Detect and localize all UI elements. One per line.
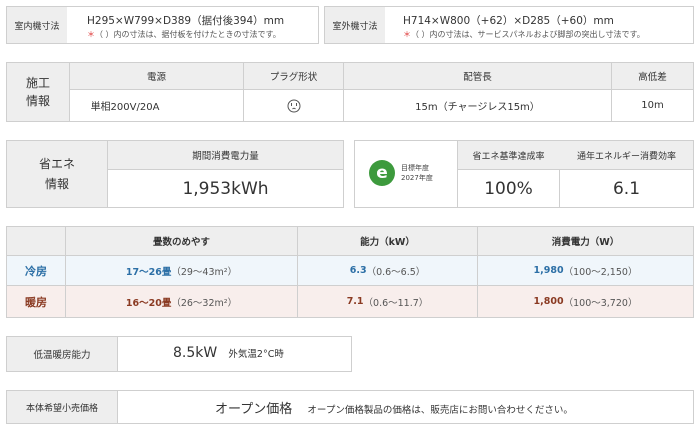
heating-power: 1,800 （100〜3,720） bbox=[533, 296, 638, 309]
outdoor-dimensions-value: H714×W800（+62）×D285（+60）mm bbox=[403, 15, 614, 27]
cooling-label: 冷房 bbox=[25, 264, 47, 278]
energy-info-label: 省エネ 情報 bbox=[7, 141, 107, 207]
energy-target-logo: e 目標年度 2027年度 bbox=[355, 141, 457, 207]
capacity-table: 畳数のめやす 能力（kW） 消費電力（W） 冷房 17〜26畳 （29〜43m²）… bbox=[6, 226, 694, 318]
outdoor-dimensions-panel: 室外機寸法 H714×W800（+62）×D285（+60）mm ＊（ ）内の寸… bbox=[324, 6, 694, 44]
plug-outlet-icon bbox=[244, 90, 343, 121]
apf-value: 6.1 bbox=[612, 178, 641, 199]
cooling-capacity: 6.3 （0.6〜6.5） bbox=[349, 265, 426, 278]
install-info-label: 施工 情報 bbox=[7, 63, 69, 121]
energy-rate-panel: e 目標年度 2027年度 省エネ基準達成率 通年エネルギー消費効率 100% … bbox=[354, 140, 694, 208]
cooling-tatami: 17〜26畳 （29〜43m²） bbox=[125, 266, 238, 278]
outdoor-dimensions-note: ＊（ ）内の寸法は、サービスパネルおよび脚部の突出し寸法です。 bbox=[403, 30, 645, 39]
low-temp-heating-label: 低温暖房能力 bbox=[7, 337, 117, 371]
outdoor-dimensions-label: 室外機寸法 bbox=[325, 7, 385, 43]
height-diff-header: 高低差 bbox=[638, 72, 667, 83]
indoor-dimensions-note: ＊（ ）内の寸法は、据付板を付けたときの寸法です。 bbox=[87, 30, 281, 39]
price-label: 本体希望小売価格 bbox=[7, 391, 117, 423]
annual-power-header: 期間消費電力量 bbox=[108, 141, 343, 169]
indoor-dimensions-label: 室内機寸法 bbox=[7, 7, 67, 43]
apf-header: 通年エネルギー消費効率 bbox=[576, 151, 676, 162]
tatami-header: 畳数のめやす bbox=[152, 237, 210, 248]
price-value: オープン価格 オープン価格製品の価格は、販売店にお問い合わせください。 bbox=[215, 402, 573, 417]
annual-power-value: 1,953kWh bbox=[182, 178, 269, 199]
indoor-dimensions-value: H295×W799×D389（据付後394）mm bbox=[87, 15, 285, 27]
heating-label: 暖房 bbox=[25, 295, 47, 309]
energy-target-year: 目標年度 2027年度 bbox=[401, 164, 433, 182]
pipe-length-value: 15m（チャージレス15m） bbox=[415, 102, 540, 113]
plug-header: プラグ形状 bbox=[269, 72, 318, 83]
low-temp-heating-value: 8.5kW 外気温2°C時 bbox=[173, 345, 284, 361]
cooling-power: 1,980 （100〜2,150） bbox=[533, 265, 638, 278]
heating-capacity: 7.1 （0.6〜11.7） bbox=[346, 296, 429, 309]
achievement-rate-value: 100% bbox=[484, 178, 533, 199]
price-panel: 本体希望小売価格 オープン価格 オープン価格製品の価格は、販売店にお問い合わせく… bbox=[6, 390, 694, 424]
install-info-panel: 施工 情報 電源 プラグ形状 配管長 高低差 単相200V/20A 15m（チャ… bbox=[6, 62, 694, 122]
energy-info-panel: 省エネ 情報 期間消費電力量 1,953kWh bbox=[6, 140, 344, 208]
energy-target-logo-icon: e bbox=[369, 160, 395, 186]
heating-tatami: 16〜20畳 （26〜32m²） bbox=[125, 297, 238, 309]
height-diff-value: 10m bbox=[641, 100, 664, 111]
power-header: 電源 bbox=[146, 72, 166, 83]
pipe-length-header: 配管長 bbox=[463, 72, 492, 83]
capacity-kw-header: 能力（kW） bbox=[360, 237, 415, 248]
indoor-dimensions-panel: 室内機寸法 H295×W799×D389（据付後394）mm ＊（ ）内の寸法は… bbox=[6, 6, 319, 44]
achievement-rate-header: 省エネ基準達成率 bbox=[472, 151, 545, 162]
power-w-header: 消費電力（W） bbox=[551, 237, 620, 248]
power-value: 単相200V/20A bbox=[90, 102, 160, 113]
low-temp-heating-panel: 低温暖房能力 8.5kW 外気温2°C時 bbox=[6, 336, 352, 372]
